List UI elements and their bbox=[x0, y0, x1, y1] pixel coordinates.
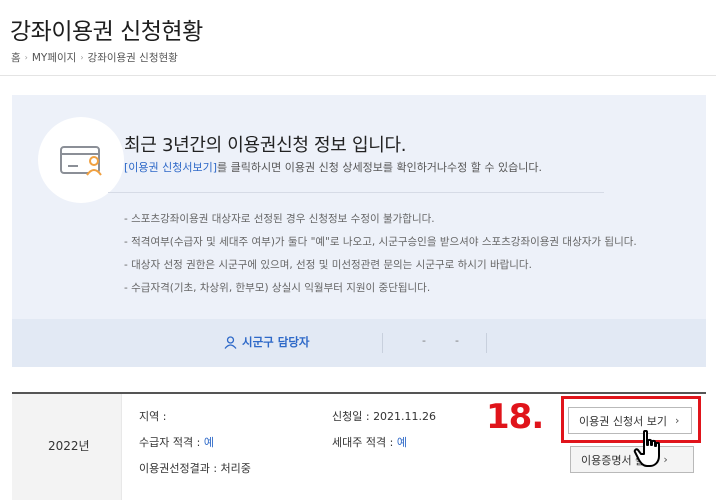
notice-item: - 스포츠강좌이용권 대상자로 선정된 경우 신청정보 수정이 불가합니다. bbox=[124, 213, 435, 225]
result-field: 이용권선정결과 : 처리중 bbox=[139, 460, 251, 476]
info-heading: 최근 3년간의 이용권신청 정보 입니다. bbox=[124, 135, 407, 156]
breadcrumb-home[interactable]: 홈 bbox=[11, 50, 21, 65]
recipient-value: 예 bbox=[203, 436, 214, 449]
breadcrumb-mypage[interactable]: MY페이지 bbox=[32, 50, 76, 65]
contact-divider bbox=[382, 333, 383, 353]
household-field: 세대주 적격 : 예 bbox=[332, 434, 407, 450]
notice-item: - 수급자격(기초, 차상위, 한부모) 상실시 익월부터 지원이 중단됩니다. bbox=[124, 282, 431, 294]
breadcrumb: 홈 › MY페이지 › 강좌이용권 신청현황 bbox=[11, 50, 178, 65]
contact-divider bbox=[486, 333, 487, 353]
chevron-right-icon: › bbox=[663, 453, 668, 466]
page-title: 강좌이용권 신청현황 bbox=[10, 19, 203, 45]
print-certificate-button[interactable]: 이용증명서 출력 › bbox=[570, 446, 694, 473]
info-divider bbox=[108, 192, 604, 193]
breadcrumb-current[interactable]: 강좌이용권 신청현황 bbox=[88, 50, 178, 65]
contact-phone: - bbox=[422, 334, 426, 347]
recipient-field: 수급자 적격 : 예 bbox=[139, 434, 214, 450]
region-label: 지역 : bbox=[139, 410, 167, 423]
date-value: 2021.11.26 bbox=[373, 410, 437, 423]
region-field: 지역 : bbox=[139, 408, 166, 424]
application-card-icon bbox=[38, 117, 124, 203]
result-label: 이용권선정결과 : bbox=[139, 462, 218, 475]
mouse-cursor-icon bbox=[633, 430, 660, 467]
step-highlight-box bbox=[561, 396, 701, 443]
view-application-link[interactable]: [이용권 신청서보기] bbox=[124, 161, 217, 174]
district-contact-link[interactable]: 시군구 담당자 bbox=[224, 334, 309, 350]
info-description: [이용권 신청서보기]를 클릭하시면 이용권 신청 상세정보를 확인하거나수정 … bbox=[124, 159, 542, 175]
household-label: 세대주 적격 : bbox=[332, 436, 394, 449]
recipient-label: 수급자 적격 : bbox=[139, 436, 201, 449]
info-description-text: 를 클릭하시면 이용권 신청 상세정보를 확인하거나수정 할 수 있습니다. bbox=[217, 161, 542, 174]
notice-item: - 대상자 선정 권한은 시군구에 있으며, 선정 및 미선정관련 문의는 시군… bbox=[124, 259, 532, 271]
contact-bar: 시군구 담당자 - - bbox=[12, 319, 706, 367]
notice-item: - 적격여부(수급자 및 세대주 여부)가 둘다 "예"로 나오고, 시군구승인… bbox=[124, 236, 637, 248]
date-label: 신청일 : bbox=[332, 410, 370, 423]
person-icon bbox=[224, 335, 237, 349]
district-contact-label: 시군구 담당자 bbox=[242, 335, 310, 349]
application-year: 2022년 bbox=[48, 439, 90, 453]
result-value: 처리중 bbox=[220, 462, 251, 475]
contact-email: - bbox=[455, 334, 459, 347]
step-number: 18. bbox=[486, 397, 544, 437]
breadcrumb-separator: › bbox=[80, 53, 84, 62]
date-field: 신청일 : 2021.11.26 bbox=[332, 408, 436, 424]
notice-list: - 스포츠강좌이용권 대상자로 선정된 경우 신청정보 수정이 불가합니다. -… bbox=[124, 208, 637, 300]
household-value: 예 bbox=[396, 436, 407, 449]
breadcrumb-separator: › bbox=[24, 53, 28, 62]
info-panel: 최근 3년간의 이용권신청 정보 입니다. [이용권 신청서보기]를 클릭하시면… bbox=[12, 95, 706, 367]
year-cell: 2022년 bbox=[12, 394, 122, 500]
title-divider bbox=[0, 75, 716, 76]
